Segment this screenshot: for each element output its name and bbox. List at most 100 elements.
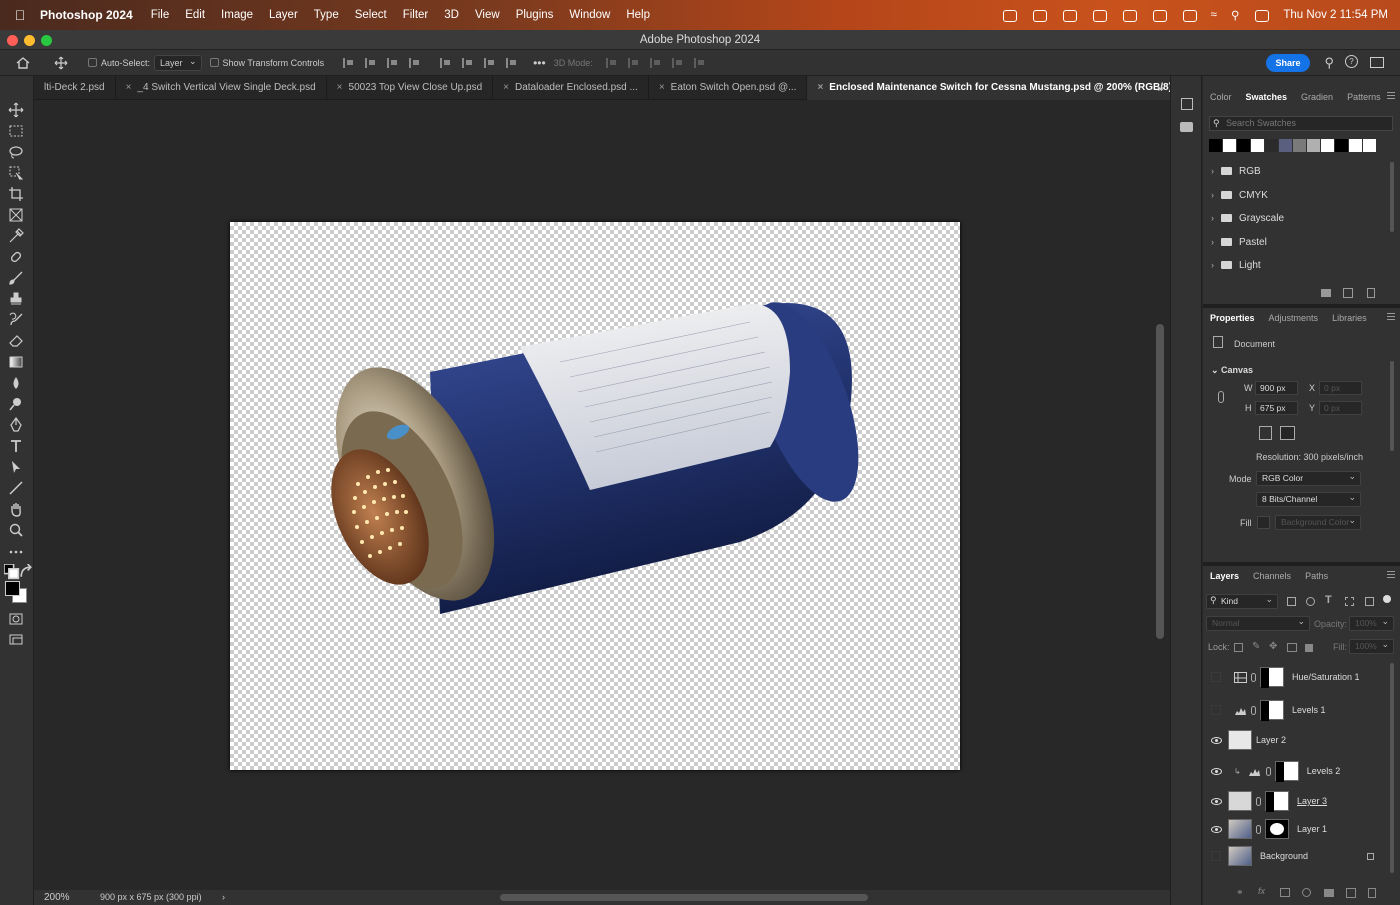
canvas-workspace[interactable] [34, 100, 1170, 890]
3d-orbit-icon[interactable] [605, 57, 618, 68]
landscape-orientation-icon[interactable] [1280, 426, 1295, 440]
close-tab-icon[interactable]: × [659, 82, 665, 93]
delete-swatch-icon[interactable] [1367, 288, 1375, 298]
menu-layer[interactable]: Layer [269, 9, 298, 21]
layer-thumbnail[interactable] [1228, 730, 1252, 750]
link-dimensions-icon[interactable] [1218, 391, 1224, 403]
swatch-folder-pastel[interactable]: › Pastel [1211, 233, 1267, 251]
tab-libraries[interactable]: Libraries [1325, 313, 1374, 323]
color-swatch[interactable] [1279, 139, 1292, 152]
search-icon[interactable]: ⚲ [1324, 55, 1334, 71]
share-button[interactable]: Share [1266, 54, 1310, 72]
close-tab-icon[interactable]: × [503, 82, 509, 93]
canvas-x-input[interactable]: 0 px [1319, 381, 1362, 395]
workspace-switcher-icon[interactable] [1370, 57, 1384, 68]
line-tool-icon[interactable] [8, 480, 24, 496]
tab-layers[interactable]: Layers [1203, 571, 1246, 581]
swatch-folder-rgb[interactable]: › RGB [1211, 162, 1261, 180]
filter-shape-layers-icon[interactable] [1345, 597, 1354, 606]
color-swatch[interactable] [1209, 139, 1222, 152]
tab-50023-top-view[interactable]: × 50023 Top View Close Up.psd [327, 76, 494, 100]
canvas-y-input[interactable]: 0 px [1319, 401, 1362, 415]
properties-scrollbar[interactable] [1390, 361, 1394, 451]
layer-row[interactable]: Levels 1 [1203, 696, 1388, 724]
history-panel-icon[interactable] [1181, 98, 1193, 110]
menu-help[interactable]: Help [626, 9, 650, 21]
close-tab-icon[interactable]: × [817, 82, 823, 93]
healing-brush-tool-icon[interactable] [8, 249, 24, 265]
spotlight-search-icon[interactable]: ⚲ [1231, 8, 1239, 22]
swatch-folder-cmyk[interactable]: › CMYK [1211, 186, 1268, 204]
menu-type[interactable]: Type [314, 9, 339, 21]
layer-name[interactable]: Layer 2 [1256, 735, 1388, 745]
blur-tool-icon[interactable] [8, 375, 24, 391]
layer-row[interactable]: Layer 1 [1203, 815, 1388, 843]
home-icon[interactable] [0, 54, 46, 72]
layer-row[interactable]: Layer 3 [1203, 787, 1388, 815]
clone-stamp-tool-icon[interactable] [8, 291, 24, 307]
tab-paths[interactable]: Paths [1298, 571, 1335, 581]
vertical-scrollbar[interactable] [1156, 324, 1164, 639]
distribute-horizontal-icon[interactable] [506, 57, 518, 68]
move-tool-icon[interactable] [8, 102, 24, 118]
color-swatch[interactable] [1363, 139, 1376, 152]
brush-tool-icon[interactable] [8, 270, 24, 286]
close-tab-icon[interactable]: × [337, 82, 343, 93]
apple-icon[interactable]:  [0, 7, 40, 23]
history-brush-tool-icon[interactable] [8, 312, 24, 328]
layer-mask-thumbnail[interactable] [1265, 819, 1289, 839]
default-colors-icon[interactable] [3, 563, 20, 580]
visibility-toggle[interactable] [1209, 849, 1223, 863]
filter-adjustment-layers-icon[interactable] [1306, 597, 1315, 606]
move-tool-preset-icon[interactable] [46, 54, 76, 72]
3d-roll-icon[interactable] [627, 57, 640, 68]
hand-tool-icon[interactable] [8, 501, 24, 517]
color-swatch[interactable] [1223, 139, 1236, 152]
layer-name[interactable]: Levels 1 [1292, 705, 1388, 715]
layer-thumbnail[interactable] [1228, 846, 1252, 866]
tab-multi-deck[interactable]: lti-Deck 2.psd [34, 76, 116, 100]
app-name-menu[interactable]: Photoshop 2024 [40, 8, 133, 22]
lock-icon[interactable] [1367, 852, 1374, 860]
tab-swatches[interactable]: Swatches [1239, 92, 1295, 102]
menu-window[interactable]: Window [569, 9, 610, 21]
fill-color-swatch[interactable] [1257, 516, 1270, 529]
tab-color[interactable]: Color [1203, 92, 1239, 102]
filter-type-layers-icon[interactable]: T [1325, 594, 1332, 606]
align-right-icon[interactable] [387, 57, 399, 68]
color-mode-dropdown[interactable]: RGB Color [1256, 470, 1361, 486]
new-swatch-icon[interactable] [1343, 288, 1353, 298]
more-options-icon[interactable]: ••• [533, 56, 546, 70]
lock-artboard-icon[interactable] [1287, 643, 1297, 652]
eyedropper-tool-icon[interactable] [8, 228, 24, 244]
screen-mode-icon[interactable] [8, 632, 24, 648]
bit-depth-dropdown[interactable]: 8 Bits/Channel [1256, 491, 1361, 507]
search-swatches-input[interactable]: Search Swatches [1209, 116, 1393, 131]
wifi-icon[interactable]: ≈ [1211, 9, 1217, 21]
creative-cloud-icon[interactable] [1001, 9, 1017, 22]
color-swatch[interactable] [1335, 139, 1348, 152]
tab-properties[interactable]: Properties [1203, 313, 1262, 323]
distribute-vertical-icon[interactable] [409, 57, 421, 68]
menu-plugins[interactable]: Plugins [516, 9, 554, 21]
layer-mask-thumbnail[interactable] [1260, 667, 1284, 688]
filter-pixel-layers-icon[interactable] [1287, 597, 1296, 606]
menu-file[interactable]: File [151, 9, 170, 21]
pen-tool-icon[interactable] [8, 416, 24, 433]
layer-row[interactable]: Background [1203, 842, 1388, 870]
canvas-height-input[interactable]: 675 px [1255, 401, 1298, 415]
3d-slide-icon[interactable] [671, 57, 684, 68]
tab-channels[interactable]: Channels [1246, 571, 1298, 581]
app-status-icon[interactable] [1091, 9, 1107, 22]
align-top-icon[interactable] [440, 57, 452, 68]
panel-menu-icon[interactable] [1387, 92, 1395, 99]
lock-all-icon[interactable] [1305, 644, 1313, 652]
tab-overflow-icon[interactable]: » [1157, 81, 1164, 95]
layer-mask-link-icon[interactable] [1256, 796, 1261, 806]
color-swatch[interactable] [1349, 139, 1362, 152]
show-transform-controls-checkbox[interactable] [209, 58, 219, 67]
layer-mask-thumbnail[interactable] [1274, 761, 1299, 782]
color-swatch[interactable] [1237, 139, 1250, 152]
tab-gradients[interactable]: Gradien [1294, 92, 1340, 102]
color-swatch[interactable] [1293, 139, 1306, 152]
